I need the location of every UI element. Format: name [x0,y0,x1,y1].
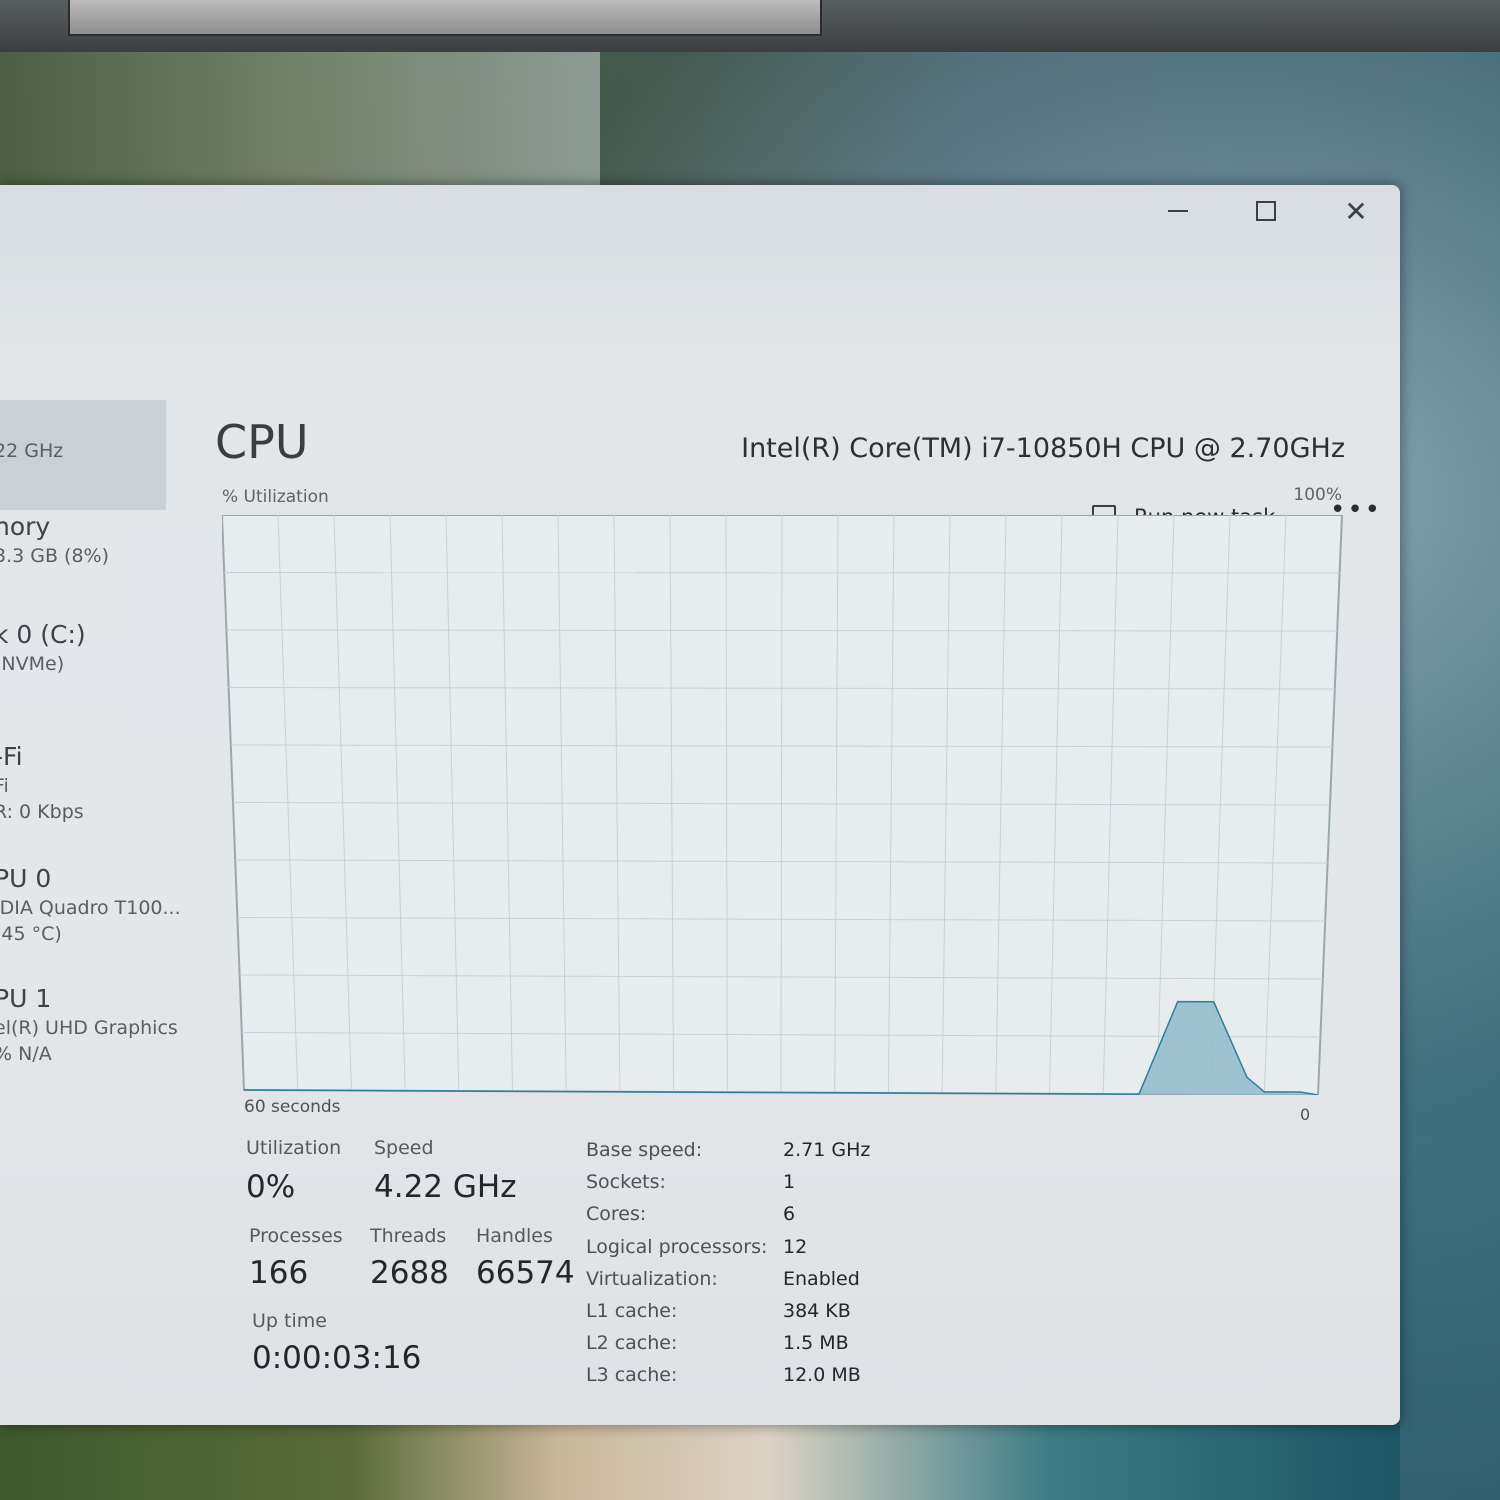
spec-value: 1.5 MB [783,1332,849,1354]
spec-label: L2 cache: [586,1332,678,1354]
processes-label: Processes [249,1225,343,1247]
utilization-label: Utilization [246,1137,342,1159]
spec-value: 12.0 MB [783,1364,861,1386]
title-bar[interactable]: ✕ [0,185,1400,285]
spec-value: 6 [783,1203,796,1225]
sidebar-item-disk[interactable]: k 0 (C:) (NVMe) [0,620,200,675]
minimize-icon [1168,210,1188,212]
spec-label: Cores: [586,1203,647,1225]
uptime-label: Up time [252,1310,327,1332]
sidebar-item-title: PU 0 [0,864,52,893]
graph-y-max-label: 100% [1293,485,1342,505]
spec-value: 2.71 GHz [783,1139,871,1161]
sidebar-item-title: PU 1 [0,984,52,1013]
task-manager-window: ✕ + Run new task ••• 22 GHz nory 3.3 GB … [0,185,1400,1425]
spec-label: Base speed: [586,1139,703,1161]
speed-value: 4.22 GHz [374,1169,517,1205]
graph-y-label: % Utilization [222,487,329,507]
page-title: CPU [215,415,309,469]
threads-value: 2688 [370,1255,449,1291]
sidebar-item-gpu-0[interactable]: PU 0 IDIA Quadro T100... (45 °C) [0,864,200,945]
sidebar-item-memory[interactable]: nory 3.3 GB (8%) [0,512,200,567]
sidebar-item-sub: (NVMe) [0,653,65,675]
maximize-button[interactable] [1236,185,1296,237]
sidebar-item-gpu-1[interactable]: PU 1 el(R) UHD Graphics % N/A [0,984,200,1065]
wallpaper-shore [0,1420,1400,1500]
sidebar-item-sub: Fi [0,775,9,797]
sidebar-item-title: nory [0,512,51,541]
maximize-icon [1256,201,1276,221]
sidebar-item-wifi[interactable]: -Fi Fi R: 0 Kbps [0,742,200,823]
sidebar-item-sub2: % N/A [0,1043,52,1065]
close-icon: ✕ [1344,194,1368,228]
spec-label: Sockets: [586,1171,666,1193]
performance-sidebar: 22 GHz nory 3.3 GB (8%) k 0 (C:) (NVMe) … [0,400,200,1100]
spec-value: 12 [783,1236,808,1258]
processes-value: 166 [249,1255,309,1291]
speed-label: Speed [374,1137,434,1159]
close-button[interactable]: ✕ [1326,185,1386,237]
sidebar-item-sub: el(R) UHD Graphics [0,1017,178,1039]
graph-x-left-label: 60 seconds [244,1097,341,1117]
background-second-screen [68,0,822,36]
cpu-utilization-graph [222,515,1344,1095]
handles-label: Handles [476,1225,553,1247]
sidebar-item-cpu[interactable]: 22 GHz [0,400,200,462]
spec-label: L3 cache: [586,1364,678,1386]
sidebar-item-sub2: (45 °C) [0,923,62,945]
uptime-value: 0:00:03:16 [252,1340,422,1376]
threads-label: Threads [370,1225,447,1247]
spec-label: Virtualization: [586,1268,718,1290]
sidebar-item-sub: 22 GHz [0,440,64,462]
sidebar-item-title: k 0 (C:) [0,620,86,649]
sidebar-item-sub: IDIA Quadro T100... [0,897,181,919]
utilization-value: 0% [246,1169,296,1205]
spec-value: 1 [783,1171,796,1193]
spec-label: Logical processors: [586,1236,768,1258]
spec-label: L1 cache: [586,1300,678,1322]
wallpaper-cliffs [0,52,600,192]
minimize-button[interactable] [1148,185,1208,237]
graph-x-right-label: 0 [1300,1105,1311,1124]
spec-value: Enabled [783,1268,860,1290]
grid-line [224,572,1340,574]
sidebar-item-title: -Fi [0,742,23,771]
background-monitor-bezel [0,0,1500,52]
sidebar-item-sub: 3.3 GB (8%) [0,545,110,567]
cpu-model-name: Intel(R) Core(TM) i7-10850H CPU @ 2.70GH… [741,433,1345,464]
handles-value: 66574 [476,1255,575,1291]
sidebar-item-sub2: R: 0 Kbps [0,801,84,823]
spec-value: 384 KB [783,1300,851,1322]
